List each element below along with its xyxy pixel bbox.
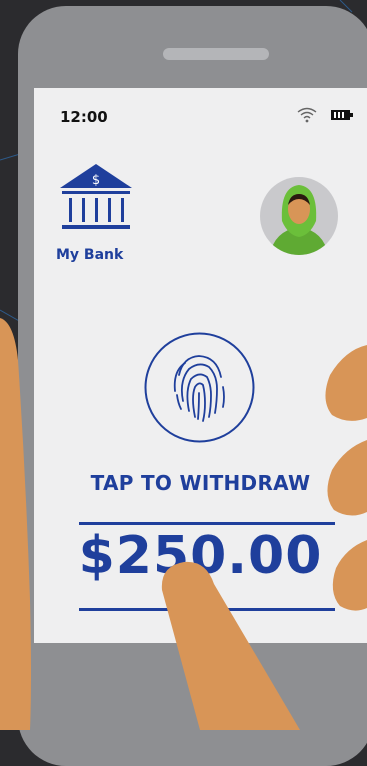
wifi-icon — [297, 107, 317, 123]
status-time: 12:00 — [60, 108, 108, 126]
withdraw-action-label[interactable]: TAP TO WITHDRAW — [34, 471, 367, 495]
withdraw-amount: $250.00 — [78, 526, 323, 586]
user-avatar[interactable] — [260, 177, 338, 255]
battery-icon — [331, 110, 353, 120]
bank-name: My Bank — [56, 247, 124, 263]
amount-divider-top — [79, 522, 335, 525]
bank-building-icon: $ — [60, 164, 132, 229]
amount-divider-bottom — [79, 608, 335, 611]
avatar-illustration — [270, 185, 328, 255]
bank-logo-symbol: $ — [92, 173, 100, 188]
phone-speaker — [163, 48, 269, 60]
fingerprint-icon[interactable] — [143, 331, 256, 444]
phone-screen: 12:00 $ My Bank TAP TO WITHDRAW $250.00 — [34, 88, 367, 643]
